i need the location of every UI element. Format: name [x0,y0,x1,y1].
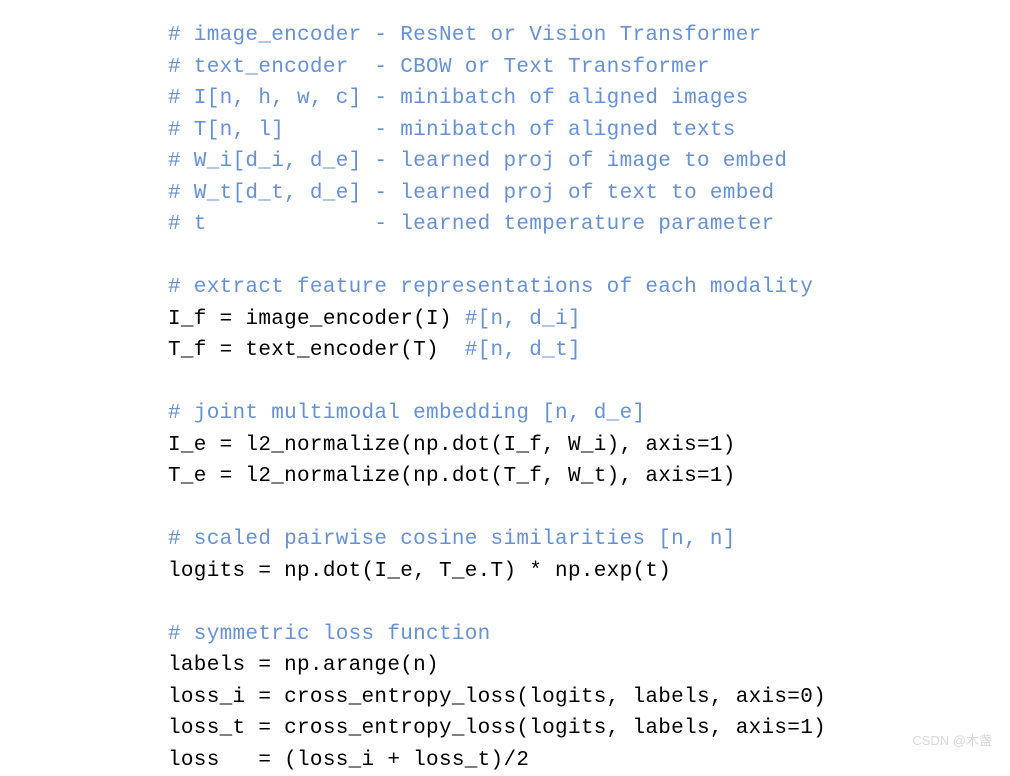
comment-text: # text_encoder - CBOW or Text Transforme… [168,56,710,79]
code-line: # extract feature representations of eac… [168,272,1010,304]
code-line: # symmetric loss function [168,619,1010,651]
code-block: # image_encoder - ResNet or Vision Trans… [0,20,1010,776]
code-line: logits = np.dot(I_e, T_e.T) * np.exp(t) [168,556,1010,588]
code-line: # t - learned temperature parameter [168,209,1010,241]
code-text: I_e = l2_normalize(np.dot(I_f, W_i), axi… [168,434,736,457]
code-line: # W_i[d_i, d_e] - learned proj of image … [168,146,1010,178]
comment-text: # T[n, l] - minibatch of aligned texts [168,119,736,142]
comment-text: # W_i[d_i, d_e] - learned proj of image … [168,150,787,173]
code-line [168,367,1010,399]
code-line: loss_t = cross_entropy_loss(logits, labe… [168,713,1010,745]
code-line: I_f = image_encoder(I) #[n, d_i] [168,304,1010,336]
code-text: labels = np.arange(n) [168,654,439,677]
code-line: # text_encoder - CBOW or Text Transforme… [168,52,1010,84]
code-text: T_f = text_encoder(T) [168,339,465,362]
code-line: labels = np.arange(n) [168,650,1010,682]
code-line [168,241,1010,273]
code-line: T_e = l2_normalize(np.dot(T_f, W_t), axi… [168,461,1010,493]
code-line [168,587,1010,619]
comment-text: # t - learned temperature parameter [168,213,774,236]
comment-text: # scaled pairwise cosine similarities [n… [168,528,736,551]
code-line: I_e = l2_normalize(np.dot(I_f, W_i), axi… [168,430,1010,462]
code-text: loss = (loss_i + loss_t)/2 [168,749,529,772]
code-line: loss = (loss_i + loss_t)/2 [168,745,1010,776]
code-line: # scaled pairwise cosine similarities [n… [168,524,1010,556]
code-line: loss_i = cross_entropy_loss(logits, labe… [168,682,1010,714]
comment-text: # symmetric loss function [168,623,491,646]
comment-text: # joint multimodal embedding [n, d_e] [168,402,645,425]
comment-text: #[n, d_i] [465,308,581,331]
comment-text: # I[n, h, w, c] - minibatch of aligned i… [168,87,749,110]
code-text: T_e = l2_normalize(np.dot(T_f, W_t), axi… [168,465,736,488]
comment-text: #[n, d_t] [465,339,581,362]
comment-text: # image_encoder - ResNet or Vision Trans… [168,24,762,47]
code-line: # joint multimodal embedding [n, d_e] [168,398,1010,430]
code-line [168,493,1010,525]
code-text: loss_t = cross_entropy_loss(logits, labe… [168,717,826,740]
watermark: CSDN @木盏 [912,731,992,751]
code-line: # I[n, h, w, c] - minibatch of aligned i… [168,83,1010,115]
code-text: I_f = image_encoder(I) [168,308,465,331]
code-line: # W_t[d_t, d_e] - learned proj of text t… [168,178,1010,210]
code-text: loss_i = cross_entropy_loss(logits, labe… [168,686,826,709]
code-line: # T[n, l] - minibatch of aligned texts [168,115,1010,147]
code-line: T_f = text_encoder(T) #[n, d_t] [168,335,1010,367]
code-text: logits = np.dot(I_e, T_e.T) * np.exp(t) [168,560,671,583]
comment-text: # W_t[d_t, d_e] - learned proj of text t… [168,182,774,205]
comment-text: # extract feature representations of eac… [168,276,813,299]
code-line: # image_encoder - ResNet or Vision Trans… [168,20,1010,52]
